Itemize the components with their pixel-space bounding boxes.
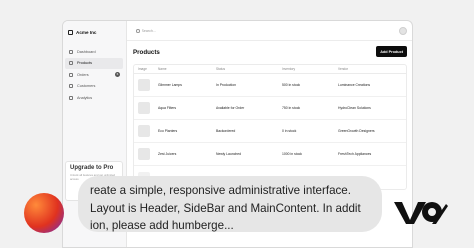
sidebar-item-label: Orders	[77, 72, 89, 77]
image-cell	[134, 125, 154, 137]
column-header-vendor[interactable]: Vendor	[334, 67, 406, 71]
sidebar-item-label: Customers	[77, 84, 96, 89]
product-name: Eco Planters	[158, 129, 178, 133]
users-icon	[69, 84, 73, 89]
package-icon	[69, 61, 73, 66]
caption-text: reate a simple, responsive administrativ…	[90, 184, 361, 232]
user-avatar[interactable]	[399, 27, 407, 35]
product-thumbnail	[138, 102, 150, 114]
product-thumbnail	[138, 79, 150, 91]
product-thumbnail	[138, 148, 150, 160]
sidebar-item-orders[interactable]: Orders 6	[65, 69, 123, 80]
table-row[interactable]: Eco Planters Backordered 0 in stock Gree…	[134, 120, 406, 143]
sidebar-item-analytics[interactable]: Analytics	[65, 92, 123, 103]
search-icon	[136, 29, 140, 33]
orders-count-badge: 6	[115, 72, 120, 78]
product-status: Newly Launched	[216, 152, 242, 156]
product-vendor: Luminance Creations	[338, 83, 371, 87]
cart-icon	[69, 72, 73, 77]
column-header-status[interactable]: Status	[212, 67, 278, 71]
product-name: Glimmer Lamps	[158, 83, 182, 87]
table-row[interactable]: Zest Juicers Newly Launched 1000 in stoc…	[134, 143, 406, 166]
home-icon	[69, 49, 73, 54]
package-logo-icon	[68, 30, 73, 35]
column-header-image[interactable]: Image	[134, 67, 154, 71]
sidebar-item-products[interactable]: Products	[65, 57, 123, 69]
brand-name: Acme Inc	[76, 30, 97, 35]
image-cell	[134, 148, 154, 160]
product-name: Aqua Filters	[158, 106, 177, 110]
column-header-inventory[interactable]: Inventory	[278, 67, 334, 71]
sidebar-nav: Dashboard Products Orders 6 Customers An…	[65, 46, 123, 104]
product-status: Backordered	[216, 129, 236, 133]
sidebar-item-label: Products	[77, 61, 92, 66]
image-cell	[134, 102, 154, 114]
table-header: Image Name Status Inventory Vendor	[134, 65, 406, 74]
speaker-avatar	[24, 193, 64, 233]
sidebar-item-label: Analytics	[77, 95, 93, 100]
product-inventory: 1000 in stock	[282, 152, 302, 156]
upgrade-title: Upgrade to Pro	[70, 165, 114, 171]
image-cell	[134, 79, 154, 91]
sidebar-item-dashboard[interactable]: Dashboard	[65, 46, 123, 57]
product-status: Available for Order	[216, 106, 245, 110]
sidebar-item-label: Dashboard	[77, 49, 96, 54]
search-input[interactable]	[141, 29, 192, 33]
products-table: Image Name Status Inventory Vendor Glimm…	[133, 64, 407, 190]
brand[interactable]: Acme Inc	[68, 30, 96, 35]
search-bar[interactable]	[136, 27, 196, 35]
column-header-name[interactable]: Name	[154, 67, 212, 71]
page-title: Products	[133, 49, 160, 56]
product-inventory: 0 in stock	[282, 129, 297, 133]
product-status: In Production	[216, 83, 236, 87]
header	[127, 21, 412, 41]
product-inventory: 500 in stock	[282, 83, 301, 87]
product-vendor: HydroClean Solutions	[338, 106, 371, 110]
chart-icon	[69, 95, 73, 100]
brand-logo-icon	[394, 202, 448, 224]
product-vendor: GreenGrowth Designers	[338, 129, 375, 133]
sidebar-item-customers[interactable]: Customers	[65, 81, 123, 92]
table-row[interactable]: Aqua Filters Available for Order 750 in …	[134, 97, 406, 120]
product-thumbnail	[138, 125, 150, 137]
product-vendor: FreshTech Appliances	[338, 152, 372, 156]
product-inventory: 750 in stock	[282, 106, 301, 110]
caption-bubble: reate a simple, responsive administrativ…	[78, 176, 382, 232]
product-name: Zest Juicers	[158, 152, 177, 156]
table-row[interactable]: Glimmer Lamps In Production 500 in stock…	[134, 74, 406, 97]
add-product-button[interactable]: Add Product	[376, 46, 407, 57]
